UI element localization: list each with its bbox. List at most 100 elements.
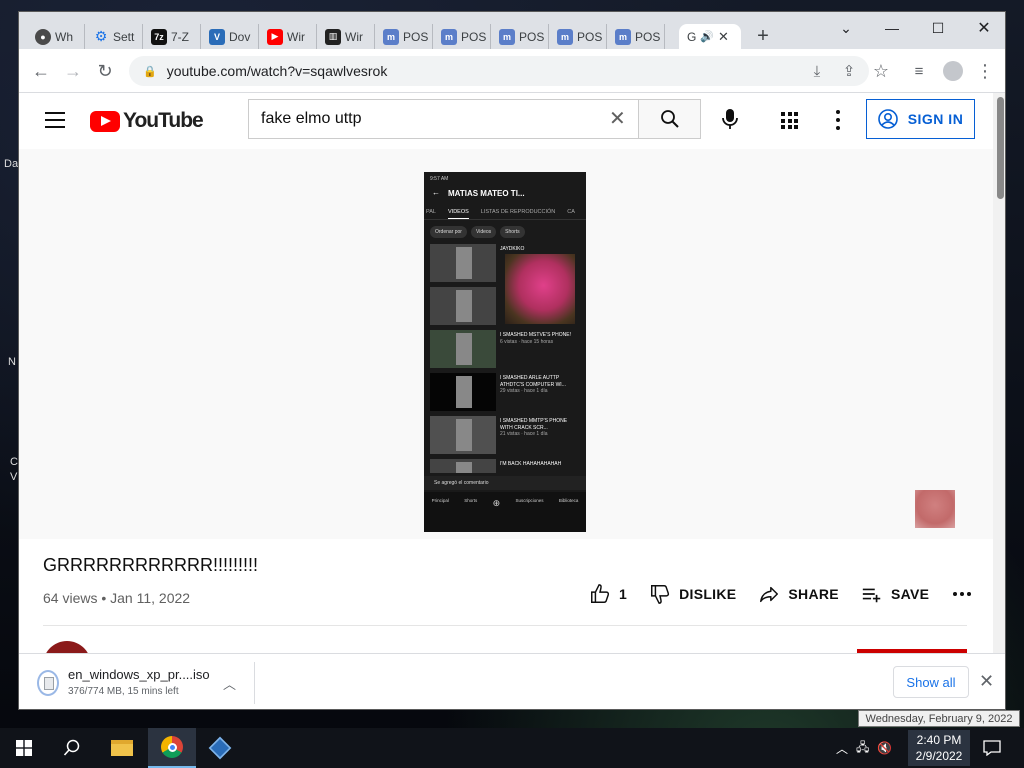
- share-icon[interactable]: ⇪: [837, 59, 861, 83]
- chrome-menu-icon[interactable]: ⋮: [973, 59, 997, 83]
- tab[interactable]: ▶ Wir: [259, 24, 317, 49]
- taskbar-clock[interactable]: 2:40 PM 2/9/2022: [908, 730, 970, 766]
- thumbs-up-icon: [591, 584, 610, 603]
- tab[interactable]: ▥ Wir: [317, 24, 375, 49]
- tab[interactable]: m POS: [607, 24, 665, 49]
- save-button[interactable]: SAVE: [861, 583, 929, 605]
- sign-in-button[interactable]: SIGN IN: [866, 99, 975, 139]
- minimize-button[interactable]: —: [869, 14, 915, 42]
- tab-label: POS: [577, 29, 603, 44]
- tab[interactable]: V Dov: [201, 24, 259, 49]
- lock-icon[interactable]: 🔒: [143, 65, 157, 78]
- m-icon: m: [499, 28, 515, 45]
- youtube-header: YouTube fake elmo uttp ✕ SIGN IN: [19, 93, 993, 149]
- thumbs-down-icon: [651, 585, 670, 604]
- install-icon[interactable]: ⤓: [805, 59, 829, 83]
- forward-button[interactable]: →: [61, 59, 85, 83]
- start-button[interactable]: [0, 728, 48, 768]
- m-icon: m: [615, 28, 631, 45]
- share-button[interactable]: SHARE: [758, 583, 839, 605]
- close-shelf-icon[interactable]: ✕: [979, 671, 994, 692]
- url-text: youtube.com/watch?v=sqawlvesrok: [166, 63, 388, 79]
- phone-video-row: I SMASHED MMTP'S PHONE WITH CRACK SCR...…: [424, 416, 586, 459]
- video-player[interactable]: 9:57 AM ← MATIAS MATEO TI... PAL VIDEOS …: [19, 149, 993, 539]
- search-input[interactable]: fake elmo uttp: [248, 99, 638, 139]
- search-button[interactable]: [638, 99, 701, 139]
- close-icon[interactable]: ✕: [718, 29, 729, 45]
- tab[interactable]: m POS: [433, 24, 491, 49]
- browser-window: ● Wh ⚙ Sett 7z 7-Z V Dov ▶ Wir ▥ Wir m P…: [18, 11, 1006, 710]
- voice-search-button[interactable]: [719, 107, 741, 131]
- windows-logo-icon: [16, 740, 32, 756]
- video-frame: 9:57 AM ← MATIAS MATEO TI... PAL VIDEOS …: [424, 172, 586, 532]
- chrome-taskbar-icon[interactable]: [148, 728, 196, 768]
- profile-avatar[interactable]: [941, 59, 965, 83]
- elmo-overlay-image: [505, 254, 575, 324]
- like-count: 1: [619, 586, 628, 602]
- apps-grid-icon[interactable]: [781, 112, 798, 129]
- phone-row-title: JAYDKIKO: [500, 246, 525, 252]
- tab[interactable]: m POS: [375, 24, 433, 49]
- tab-active[interactable]: G 🔊 ✕: [679, 24, 741, 49]
- clear-search-icon[interactable]: ✕: [609, 106, 626, 131]
- phone-chip: Videos: [470, 226, 497, 238]
- date-tooltip: Wednesday, February 9, 2022: [858, 710, 1020, 727]
- taskbar: ︿ 🖧 🔇 2:40 PM 2/9/2022: [0, 728, 1024, 768]
- audio-icon[interactable]: 🔊: [700, 30, 714, 43]
- tab[interactable]: 7z 7-Z: [143, 24, 201, 49]
- back-arrow-icon: ←: [432, 188, 440, 197]
- maximize-button[interactable]: ☐: [915, 14, 961, 42]
- chevron-up-icon[interactable]: ︿: [836, 740, 848, 757]
- show-all-button[interactable]: Show all: [893, 666, 969, 698]
- chevron-up-icon[interactable]: ︿: [223, 674, 236, 693]
- tab-label: POS: [461, 29, 487, 44]
- youtube-play-icon: [90, 110, 120, 132]
- close-window-button[interactable]: ✕: [961, 14, 1005, 42]
- new-tab-button[interactable]: +: [751, 24, 775, 48]
- page-scrollbar[interactable]: [993, 93, 1005, 653]
- video-actions: 1 DISLIKE SHARE SAVE: [589, 583, 972, 605]
- download-shelf: en_windows_xp_pr....iso 376/774 MB, 15 m…: [19, 653, 1005, 709]
- channel-avatar[interactable]: [43, 641, 91, 653]
- network-icon[interactable]: 🖧: [856, 738, 869, 759]
- chevron-down-icon[interactable]: ⌄: [823, 14, 869, 42]
- settings-more-icon[interactable]: [835, 110, 841, 130]
- dislike-button[interactable]: DISLIKE: [649, 583, 736, 605]
- download-item[interactable]: en_windows_xp_pr....iso 376/774 MB, 15 m…: [33, 662, 255, 704]
- address-bar[interactable]: 🔒 youtube.com/watch?v=sqawlvesrok: [129, 56, 869, 86]
- video-meta: 64 views • Jan 11, 2022: [43, 590, 191, 606]
- phone-channel-title: ← MATIAS MATEO TI...: [424, 186, 586, 204]
- tab[interactable]: ● Wh: [27, 24, 85, 49]
- desktop-icon-label: C: [10, 456, 18, 468]
- desktop-icon-label: Da: [4, 158, 19, 170]
- search-button[interactable]: [48, 728, 96, 768]
- clock-date: 2/9/2022: [915, 749, 963, 763]
- phone-row-title: I SMASHED ARLE AUTTP ATHDTC'S COMPUTER W…: [500, 375, 566, 388]
- tab[interactable]: m POS: [549, 24, 607, 49]
- share-label: SHARE: [788, 586, 839, 602]
- phone-nav-item: Shorts: [464, 498, 478, 503]
- volume-muted-icon[interactable]: 🔇: [877, 741, 892, 755]
- file-explorer-icon[interactable]: [98, 728, 146, 768]
- 7zip-icon: 7z: [151, 28, 167, 45]
- phone-toast: Se agregó el comentario: [424, 476, 586, 490]
- reload-button[interactable]: ↻: [93, 59, 117, 83]
- browser-toolbar: ← → ↻ 🔒 youtube.com/watch?v=sqawlvesrok …: [19, 49, 1005, 93]
- phone-video-row: I SMASHED MSTVE'S PHONE! 6 vistas · hace…: [424, 330, 586, 373]
- more-actions-icon[interactable]: [953, 592, 972, 596]
- menu-icon[interactable]: [45, 112, 65, 128]
- bookmark-star-icon[interactable]: ☆: [869, 59, 893, 83]
- phone-tab-selected: VIDEOS: [448, 209, 469, 219]
- media-control-icon[interactable]: ≡: [907, 59, 931, 83]
- tab[interactable]: m POS: [491, 24, 549, 49]
- virtualbox-taskbar-icon[interactable]: [196, 728, 244, 768]
- scrollbar-thumb[interactable]: [997, 97, 1004, 199]
- tab[interactable]: ⚙ Sett: [85, 24, 143, 49]
- notification-icon[interactable]: [980, 736, 1004, 760]
- back-button[interactable]: ←: [29, 59, 53, 83]
- channel-watermark[interactable]: [915, 490, 955, 528]
- like-button[interactable]: 1: [589, 583, 627, 605]
- m-icon: m: [383, 28, 399, 45]
- youtube-logo[interactable]: YouTube: [90, 109, 204, 133]
- phone-tab: PAL: [426, 209, 436, 215]
